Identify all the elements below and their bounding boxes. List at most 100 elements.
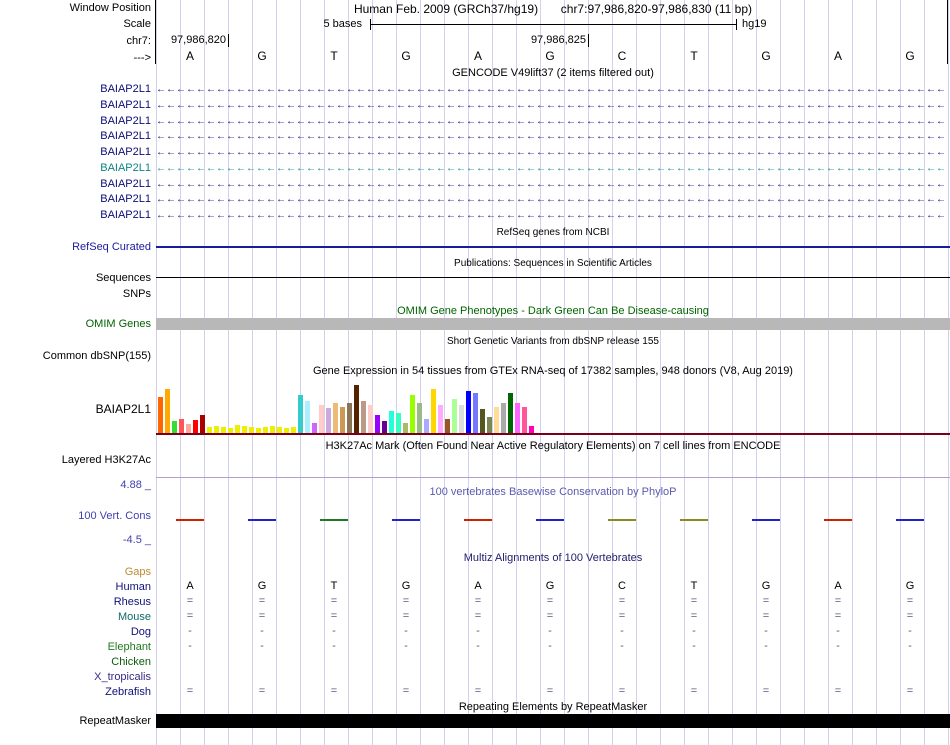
gencode-item-arrows[interactable]: ←←←←←←←←←←←←←←←←←←←←←←←←←←←←←←←←←←←←←←←←… bbox=[156, 177, 948, 192]
gtex-expression-bar[interactable] bbox=[298, 395, 303, 433]
gtex-expression-bar[interactable] bbox=[494, 407, 499, 433]
gencode-item-arrows[interactable]: ←←←←←←←←←←←←←←←←←←←←←←←←←←←←←←←←←←←←←←←←… bbox=[156, 98, 948, 113]
gencode-item-arrows[interactable]: ←←←←←←←←←←←←←←←←←←←←←←←←←←←←←←←←←←←←←←←←… bbox=[156, 129, 948, 144]
gtex-expression-bar[interactable] bbox=[473, 393, 478, 433]
gtex-expression-bar[interactable] bbox=[368, 405, 373, 433]
layered-h3k27ac-label[interactable]: Layered H3K27Ac bbox=[0, 454, 151, 466]
gtex-expression-bar[interactable] bbox=[459, 405, 464, 433]
gtex-expression-bar[interactable] bbox=[291, 427, 296, 433]
gencode-item-label[interactable]: BAIAP2L1 bbox=[0, 162, 151, 174]
gtex-expression-bar[interactable] bbox=[277, 427, 282, 433]
gtex-gene-label[interactable]: BAIAP2L1 bbox=[0, 402, 151, 416]
gtex-expression-bar[interactable] bbox=[529, 426, 534, 433]
multiz-species-label[interactable]: Rhesus bbox=[0, 596, 151, 608]
gtex-expression-bar[interactable] bbox=[284, 428, 289, 433]
omim-genes-label[interactable]: OMIM Genes bbox=[0, 318, 151, 330]
multiz-cell: - bbox=[404, 625, 408, 637]
gtex-expression-bar[interactable] bbox=[403, 423, 408, 433]
gtex-expression-bar[interactable] bbox=[347, 403, 352, 433]
multiz-species-label[interactable]: Mouse bbox=[0, 611, 151, 623]
multiz-species-label[interactable]: Dog bbox=[0, 626, 151, 638]
gtex-expression-bar[interactable] bbox=[270, 426, 275, 433]
gtex-expression-bar[interactable] bbox=[389, 411, 394, 433]
gtex-expression-bar[interactable] bbox=[333, 403, 338, 433]
gencode-item-label[interactable]: BAIAP2L1 bbox=[0, 83, 151, 95]
gtex-expression-bar[interactable] bbox=[305, 401, 310, 433]
gencode-item-label[interactable]: BAIAP2L1 bbox=[0, 99, 151, 111]
gtex-expression-bar[interactable] bbox=[179, 419, 184, 433]
gtex-expression-bar[interactable] bbox=[249, 427, 254, 433]
gtex-expression-bar[interactable] bbox=[228, 428, 233, 433]
gencode-item-label[interactable]: BAIAP2L1 bbox=[0, 146, 151, 158]
gtex-expression-bar[interactable] bbox=[242, 426, 247, 433]
gtex-expression-bar[interactable] bbox=[515, 403, 520, 433]
gencode-item-arrows[interactable]: ←←←←←←←←←←←←←←←←←←←←←←←←←←←←←←←←←←←←←←←←… bbox=[156, 82, 948, 97]
gtex-expression-bar[interactable] bbox=[200, 415, 205, 433]
gencode-item-label[interactable]: BAIAP2L1 bbox=[0, 130, 151, 142]
repeatmasker-label[interactable]: RepeatMasker bbox=[0, 715, 151, 727]
multiz-species-label[interactable]: Elephant bbox=[0, 641, 151, 653]
gtex-expression-bar[interactable] bbox=[312, 423, 317, 433]
common-dbsnp-label[interactable]: Common dbSNP(155) bbox=[0, 350, 151, 362]
multiz-cell: - bbox=[764, 625, 768, 637]
gtex-expression-bar[interactable] bbox=[172, 421, 177, 433]
gtex-expression-bar[interactable] bbox=[186, 424, 191, 433]
gtex-expression-bar[interactable] bbox=[445, 419, 450, 433]
gtex-expression-bar[interactable] bbox=[221, 427, 226, 433]
gtex-expression-bar[interactable] bbox=[319, 405, 324, 433]
gtex-expression-bar[interactable] bbox=[480, 409, 485, 433]
refseq-curated-label[interactable]: RefSeq Curated bbox=[0, 241, 151, 253]
gencode-item-arrows[interactable]: ←←←←←←←←←←←←←←←←←←←←←←←←←←←←←←←←←←←←←←←←… bbox=[156, 208, 948, 223]
gtex-expression-bar[interactable] bbox=[466, 391, 471, 433]
gtex-expression-bar[interactable] bbox=[158, 397, 163, 433]
gtex-expression-bar[interactable] bbox=[410, 395, 415, 433]
conservation-label[interactable]: 100 Vert. Cons bbox=[0, 510, 151, 522]
gtex-expression-bar[interactable] bbox=[452, 399, 457, 433]
gtex-expression-bar[interactable] bbox=[193, 420, 198, 433]
multiz-cell: - bbox=[620, 625, 624, 637]
window-position-label: Window Position bbox=[69, 2, 151, 14]
gtex-expression-bar[interactable] bbox=[235, 425, 240, 433]
gtex-expression-bar[interactable] bbox=[501, 403, 506, 433]
repeatmasker-bar[interactable] bbox=[156, 714, 950, 728]
gencode-item-label[interactable]: BAIAP2L1 bbox=[0, 115, 151, 127]
gtex-expression-bar[interactable] bbox=[424, 419, 429, 433]
gtex-expression-bar[interactable] bbox=[340, 407, 345, 433]
multiz-species-label[interactable]: Chicken bbox=[0, 656, 151, 668]
gtex-expression-bar[interactable] bbox=[375, 415, 380, 433]
gtex-expression-bar[interactable] bbox=[326, 408, 331, 433]
gtex-expression-bar[interactable] bbox=[354, 385, 359, 433]
gencode-item-arrows[interactable]: ←←←←←←←←←←←←←←←←←←←←←←←←←←←←←←←←←←←←←←←←… bbox=[156, 192, 948, 207]
gencode-item-arrows[interactable]: ←←←←←←←←←←←←←←←←←←←←←←←←←←←←←←←←←←←←←←←←… bbox=[156, 161, 948, 176]
gtex-expression-bar[interactable] bbox=[263, 427, 268, 433]
gtex-expression-bar[interactable] bbox=[522, 407, 527, 433]
gtex-expression-bar[interactable] bbox=[382, 421, 387, 433]
gencode-item-label[interactable]: BAIAP2L1 bbox=[0, 193, 151, 205]
sequences-label[interactable]: Sequences bbox=[0, 272, 151, 284]
multiz-species-label[interactable]: Zebrafish bbox=[0, 686, 151, 698]
gencode-item-arrows[interactable]: ←←←←←←←←←←←←←←←←←←←←←←←←←←←←←←←←←←←←←←←←… bbox=[156, 114, 948, 129]
gencode-item-label[interactable]: BAIAP2L1 bbox=[0, 209, 151, 221]
omim-genes-bar[interactable] bbox=[156, 318, 950, 330]
gtex-expression-bar[interactable] bbox=[487, 417, 492, 433]
gtex-expression-bar[interactable] bbox=[214, 426, 219, 433]
snps-label[interactable]: SNPs bbox=[0, 288, 151, 300]
gtex-expression-bar[interactable] bbox=[438, 405, 443, 433]
multiz-species-label[interactable]: Human bbox=[0, 581, 151, 593]
refseq-curated-item[interactable] bbox=[156, 246, 950, 248]
gtex-expression-bar[interactable] bbox=[165, 389, 170, 433]
publications-item[interactable] bbox=[156, 277, 950, 278]
gtex-expression-bar[interactable] bbox=[396, 413, 401, 433]
gtex-expression-bar[interactable] bbox=[508, 393, 513, 433]
gtex-expression-bar[interactable] bbox=[256, 428, 261, 433]
gtex-expression-bar[interactable] bbox=[417, 403, 422, 433]
assembly-name: Human Feb. 2009 (GRCh37/hg19) bbox=[353, 2, 539, 16]
ruler-base-letter: G bbox=[761, 49, 771, 63]
gtex-expression-bar[interactable] bbox=[431, 389, 436, 433]
gencode-item-label[interactable]: BAIAP2L1 bbox=[0, 178, 151, 190]
multiz-species-label[interactable]: X_tropicalis bbox=[0, 671, 151, 683]
gencode-item-arrows[interactable]: ←←←←←←←←←←←←←←←←←←←←←←←←←←←←←←←←←←←←←←←←… bbox=[156, 145, 948, 160]
multiz-species-label[interactable]: Gaps bbox=[0, 566, 151, 578]
gtex-expression-bar[interactable] bbox=[207, 427, 212, 433]
gtex-expression-bar[interactable] bbox=[361, 401, 366, 433]
